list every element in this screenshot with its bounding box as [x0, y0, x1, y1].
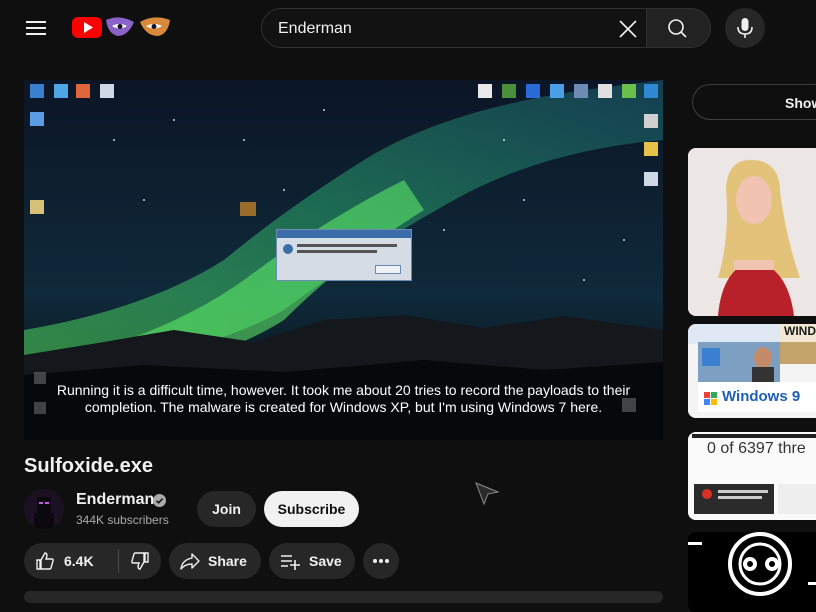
mouse-cursor-icon [474, 481, 500, 507]
thumbs-down-icon [131, 552, 149, 570]
video-title: Sulfoxide.exe [24, 455, 153, 477]
youtube-logo[interactable] [72, 14, 172, 42]
subscriber-count: 344K subscribers [76, 513, 169, 527]
menu-icon[interactable] [20, 14, 52, 42]
search-box [261, 8, 647, 48]
channel-name[interactable]: Enderman [76, 491, 154, 509]
clear-search-icon[interactable] [614, 15, 642, 43]
thumbs-up-icon [36, 552, 54, 570]
show-chat-button[interactable]: Show [692, 84, 816, 120]
join-button[interactable]: Join [197, 491, 256, 527]
verified-icon [153, 494, 166, 507]
like-count: 6.4K [64, 553, 94, 569]
thumbnail-image [688, 148, 816, 316]
error-dialog [276, 229, 412, 281]
search-icon [668, 19, 687, 38]
more-actions-button[interactable] [363, 543, 399, 579]
recommended-thumbnail-3[interactable]: 0 of 6397 thre [688, 432, 816, 520]
masthead [0, 0, 816, 56]
more-horizontal-icon [373, 559, 389, 563]
voice-search-button[interactable] [725, 8, 765, 48]
recommended-thumbnail-1[interactable] [688, 148, 816, 316]
caption-text: Running it is a difficult time, however.… [56, 382, 631, 415]
thumbnail-thread-text: 0 of 6397 thre [707, 440, 806, 457]
channel-avatar[interactable] [24, 489, 64, 529]
microphone-icon [737, 18, 753, 38]
save-button[interactable]: Save [269, 543, 355, 579]
show-label: Show [785, 95, 816, 111]
thumbnail-windows-text: Windows 9 [722, 388, 801, 405]
recommended-thumbnail-4[interactable] [688, 532, 816, 612]
video-player[interactable]: Running it is a difficult time, however.… [24, 80, 663, 440]
playlist-add-icon [281, 555, 300, 570]
save-label: Save [309, 553, 342, 569]
share-icon [180, 553, 200, 570]
recommended-thumbnail-2[interactable]: WIND Windows 9 [688, 324, 816, 418]
video-caption: Running it is a difficult time, however.… [24, 382, 663, 416]
dislike-button[interactable] [119, 543, 161, 579]
like-dislike-group: 6.4K [24, 543, 161, 579]
search-input[interactable] [278, 18, 598, 40]
share-button[interactable]: Share [169, 543, 261, 579]
thumbnail-banner-text: WIND [784, 324, 816, 338]
subscribe-button[interactable]: Subscribe [264, 491, 359, 527]
thumbnail-image [688, 532, 816, 612]
share-label: Share [208, 553, 247, 569]
like-button[interactable]: 6.4K [24, 543, 118, 579]
description-box[interactable] [24, 591, 663, 603]
search-button[interactable] [647, 8, 711, 48]
